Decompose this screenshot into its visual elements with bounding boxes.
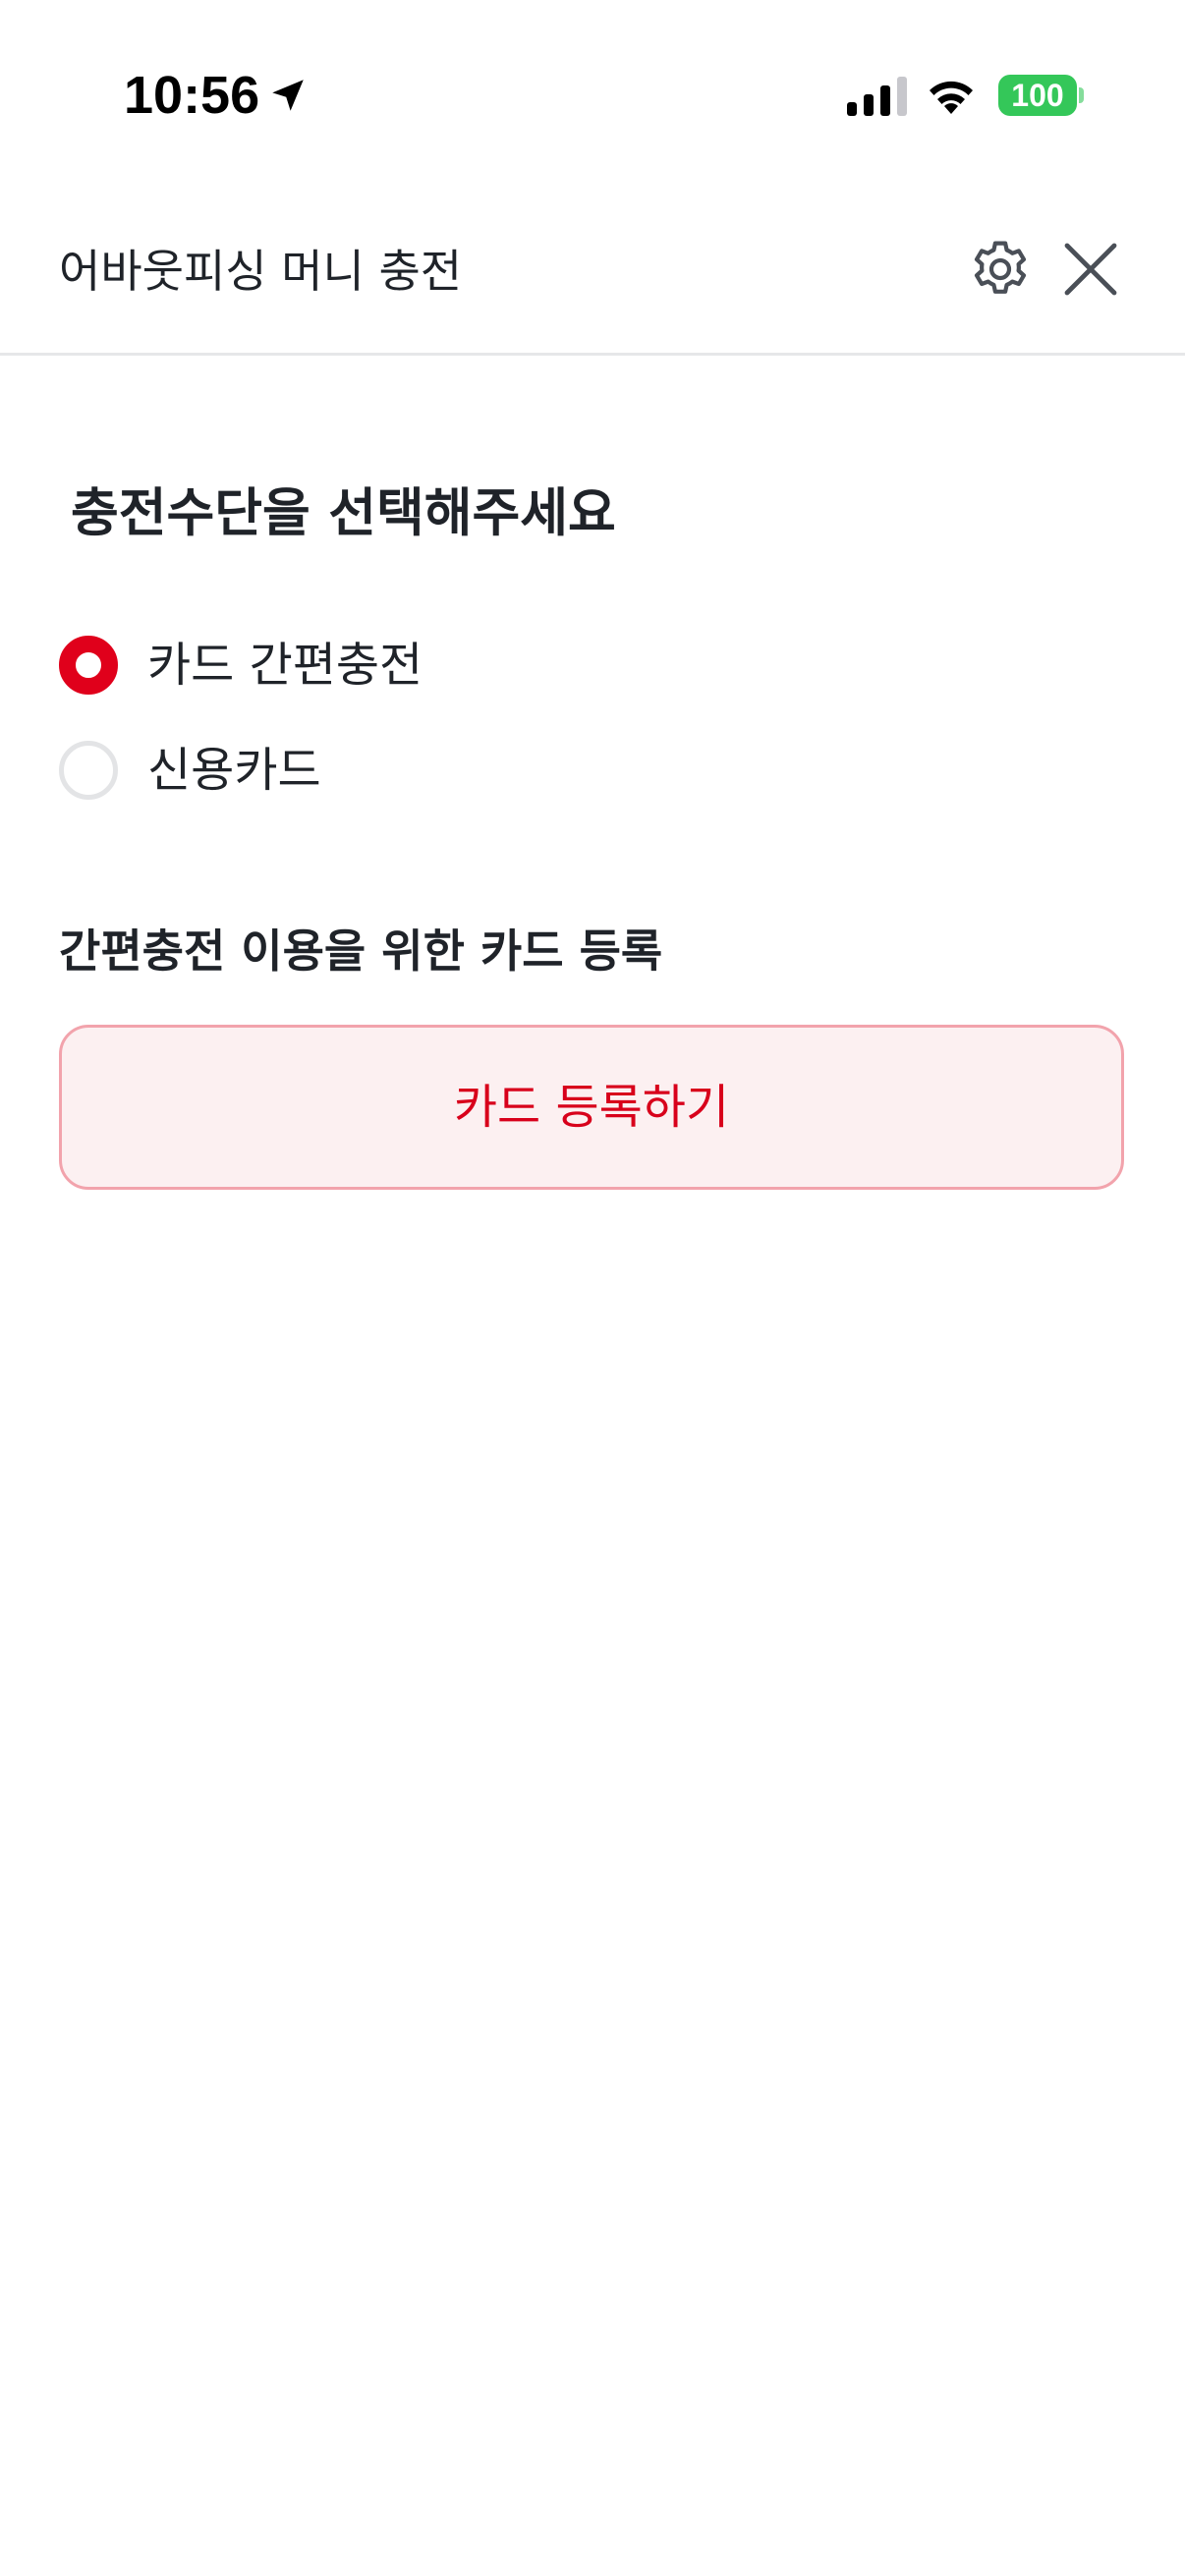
battery-cap	[1079, 87, 1084, 103]
register-card-button[interactable]: 카드 등록하기	[59, 1025, 1124, 1190]
battery-icon: 100	[998, 75, 1077, 116]
battery-level: 100	[1011, 78, 1064, 113]
location-arrow-icon	[272, 80, 304, 111]
radio-option-card-easy-charge[interactable]: 카드 간편충전	[59, 634, 747, 697]
gear-icon[interactable]	[965, 234, 1036, 305]
card-registration-title: 간편충전 이용을 위한 카드 등록	[59, 924, 663, 978]
radio-label: 카드 간편충전	[147, 638, 423, 693]
header-bar: 어바웃피싱 머니 충전	[0, 187, 1185, 356]
radio-unselected-icon[interactable]	[59, 741, 118, 800]
close-icon[interactable]	[1055, 234, 1126, 305]
radio-selected-icon[interactable]	[59, 636, 118, 695]
radio-label: 신용카드	[147, 743, 321, 798]
status-time: 10:56	[124, 66, 260, 125]
radio-option-credit-card[interactable]: 신용카드	[59, 739, 747, 802]
cellular-signal-icon	[847, 77, 907, 116]
status-bar: 10:56 100	[0, 0, 1185, 187]
section-title: 충전수단을 선택해주세요	[71, 483, 616, 543]
wifi-icon	[930, 81, 973, 114]
page-title: 어바웃피싱 머니 충전	[59, 245, 463, 298]
